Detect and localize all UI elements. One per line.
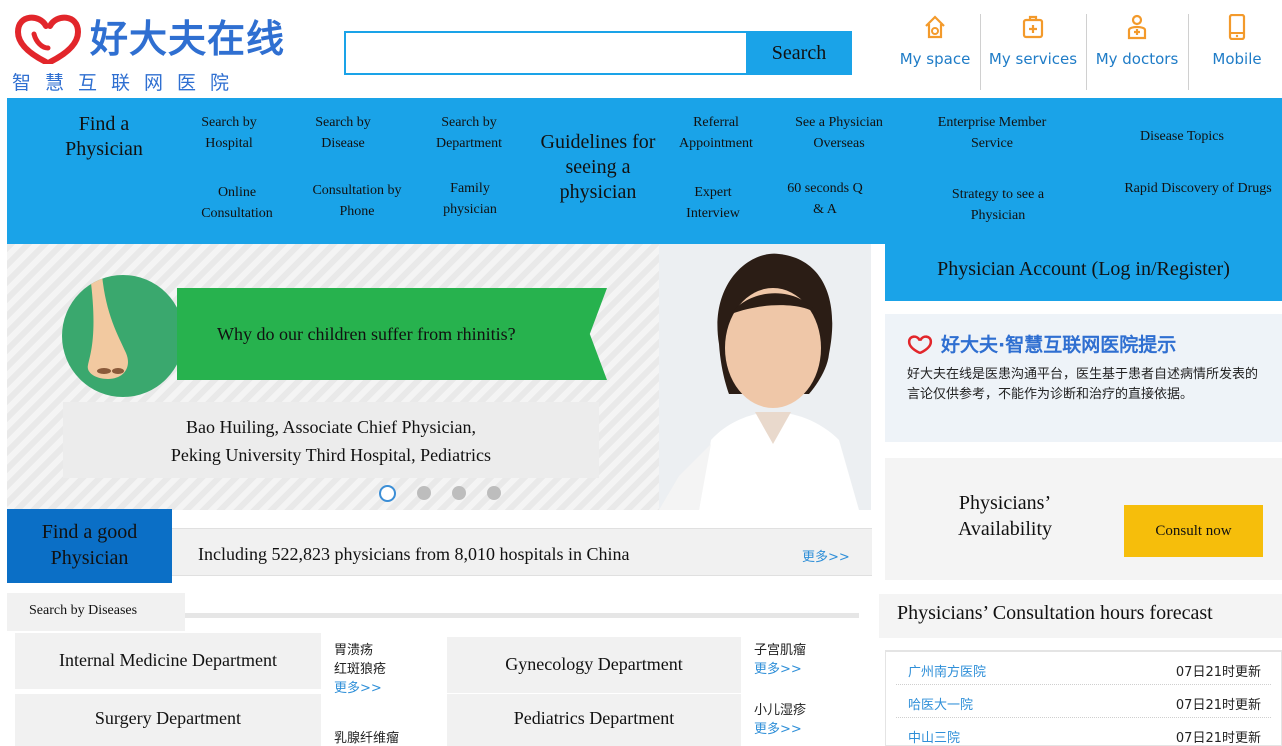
dept-pediatrics[interactable]: Pediatrics Department xyxy=(447,694,741,746)
nav-see-overseas[interactable]: See a Physician Overseas xyxy=(777,112,901,154)
hospital-link[interactable]: 广州南方医院 xyxy=(908,661,986,680)
disease-link[interactable]: 子宫肌瘤 xyxy=(754,642,806,661)
find-good-physician-title[interactable]: Find a good Physician xyxy=(7,509,172,583)
update-time: 07日21时更新 xyxy=(1175,698,1261,713)
caption-line: Peking University Third Hospital, Pediat… xyxy=(170,444,492,465)
nav-disease-topics[interactable]: Disease Topics xyxy=(1117,126,1247,147)
forecast-title: Physicians’ Consultation hours forecast xyxy=(879,594,1282,638)
nav-enterprise-member[interactable]: Enterprise Member Service xyxy=(929,112,1055,154)
dept-internal-medicine[interactable]: Internal Medicine Department xyxy=(15,633,321,689)
nav-consultation-by-phone[interactable]: Consultation by Phone xyxy=(311,180,403,222)
notice-panel: 好大夫·智慧互联网医院提示 好大夫在线是医患沟通平台，医生基于患者自述病情所发表… xyxy=(885,314,1282,442)
doctor-icon xyxy=(1127,14,1147,40)
disease-link[interactable]: 红斑狼疮 xyxy=(334,661,386,680)
nav-search-by-hospital[interactable]: Search by Hospital xyxy=(185,112,273,154)
nav-search-by-department[interactable]: Search by Department xyxy=(417,112,521,154)
medical-kit-icon xyxy=(1022,15,1044,39)
carousel-dot-4[interactable] xyxy=(487,486,501,501)
divider xyxy=(980,14,981,90)
availability-title: Physicians’ Availability xyxy=(957,492,1053,540)
tab-underline xyxy=(185,613,859,618)
disease-list-internal-medicine: 胃溃疡 红斑狼疮 更多>> xyxy=(334,642,386,699)
nose-icon xyxy=(87,275,128,379)
disease-link[interactable]: 胃溃疡 xyxy=(334,642,386,661)
carousel-dot-2[interactable] xyxy=(417,486,431,501)
more-link[interactable]: 更多>> xyxy=(754,661,806,680)
hero-banner[interactable]: Why do our children suffer from rhinitis… xyxy=(7,244,871,510)
nav-search-by-disease[interactable]: Search by Disease xyxy=(299,112,387,154)
quick-link-label: My doctors xyxy=(1095,50,1179,68)
update-time: 07日21时更新 xyxy=(1175,731,1261,746)
list-item: 中山三院 07日21时更新 xyxy=(896,718,1271,746)
more-link[interactable]: 更多>> xyxy=(754,721,806,740)
nav-family-physician[interactable]: Family physician xyxy=(427,178,513,220)
main-navigation: Find a Physician Search by Hospital Sear… xyxy=(7,98,1282,244)
disease-list-gynecology: 子宫肌瘤 更多>> xyxy=(754,642,806,680)
nose-illustration xyxy=(62,275,184,397)
heart-logo-icon xyxy=(907,335,933,354)
phone-icon xyxy=(1228,14,1246,40)
dept-gynecology[interactable]: Gynecology Department xyxy=(447,637,741,693)
nav-guidelines[interactable]: Guidelines for seeing a physician xyxy=(539,130,657,205)
quick-link-mobile[interactable]: Mobile xyxy=(1202,14,1272,68)
carousel-dot-1[interactable] xyxy=(379,484,396,502)
hospital-link[interactable]: 哈医大一院 xyxy=(908,694,973,713)
quick-link-my-services[interactable]: My services xyxy=(986,14,1080,68)
update-time: 07日21时更新 xyxy=(1175,665,1261,680)
quick-link-label: My services xyxy=(988,50,1078,68)
notice-title: 好大夫·智慧互联网医院提示 xyxy=(941,334,1177,356)
nav-online-consultation[interactable]: Online Consultation xyxy=(185,182,289,224)
disease-list-pediatrics: 小儿湿疹 更多>> xyxy=(754,702,806,740)
list-item: 哈医大一院 07日21时更新 xyxy=(896,685,1271,718)
consult-now-button[interactable]: Consult now xyxy=(1124,505,1263,557)
heart-logo-icon xyxy=(14,14,82,64)
dept-surgery[interactable]: Surgery Department xyxy=(15,694,321,746)
disease-link[interactable]: 小儿湿疹 xyxy=(754,702,806,721)
site-logo[interactable]: 好大夫在线 智慧互联网医院 xyxy=(12,8,312,100)
divider xyxy=(1188,14,1189,90)
tab-search-by-diseases[interactable]: Search by Diseases xyxy=(7,593,185,631)
quick-link-my-doctors[interactable]: My doctors xyxy=(1092,14,1182,68)
site-header: 好大夫在线 智慧互联网医院 Search My space My service… xyxy=(0,0,1282,98)
quick-link-my-space[interactable]: My space xyxy=(896,14,974,68)
carousel-dot-3[interactable] xyxy=(452,486,466,501)
nav-expert-interview[interactable]: Expert Interview xyxy=(671,182,755,224)
disease-list-surgery: 乳腺纤维瘤 xyxy=(334,730,399,746)
quick-link-label: Mobile xyxy=(1212,50,1262,68)
doctor-portrait xyxy=(659,244,871,510)
physician-account-login[interactable]: Physician Account (Log in/Register) xyxy=(885,244,1282,301)
search-button[interactable]: Search xyxy=(746,31,852,75)
logo-name: 好大夫在线 xyxy=(90,17,286,61)
more-link[interactable]: 更多>> xyxy=(802,546,850,565)
logo-slogan: 智慧互联网医院 xyxy=(12,72,244,94)
nav-60-seconds-qa[interactable]: 60 seconds Q & A xyxy=(783,178,867,220)
banner-caption: Bao Huiling, Associate Chief Physician, … xyxy=(63,402,599,478)
banner-headline[interactable]: Why do our children suffer from rhinitis… xyxy=(217,324,516,345)
notice-body: 好大夫在线是医患沟通平台，医生基于患者自述病情所发表的言论仅供参考，不能作为诊断… xyxy=(907,367,1259,403)
carousel-dots xyxy=(379,484,522,502)
nav-referral-appointment[interactable]: Referral Appointment xyxy=(663,112,769,154)
quick-link-label: My space xyxy=(899,50,971,68)
disease-link[interactable]: 乳腺纤维瘤 xyxy=(334,730,399,746)
forecast-list: 广州南方医院 07日21时更新 哈医大一院 07日21时更新 中山三院 07日2… xyxy=(885,650,1282,746)
notice-title-row: 好大夫·智慧互联网医院提示 xyxy=(907,330,1282,357)
house-icon xyxy=(925,15,945,39)
nav-find-physician[interactable]: Find a Physician xyxy=(49,112,159,162)
hospital-link[interactable]: 中山三院 xyxy=(908,727,960,745)
search-input[interactable] xyxy=(344,31,748,75)
caption-line: Bao Huiling, Associate Chief Physician, xyxy=(186,417,476,437)
divider xyxy=(1086,14,1087,90)
nav-rapid-discovery-drugs[interactable]: Rapid Discovery of Drugs xyxy=(1123,178,1273,199)
availability-panel: Physicians’ Availability Consult now xyxy=(885,458,1282,580)
list-item: 广州南方医院 07日21时更新 xyxy=(896,652,1271,685)
more-link[interactable]: 更多>> xyxy=(334,680,386,699)
nav-strategy[interactable]: Strategy to see a Physician xyxy=(933,184,1063,226)
physician-stats: Including 522,823 physicians from 8,010 … xyxy=(198,544,630,564)
